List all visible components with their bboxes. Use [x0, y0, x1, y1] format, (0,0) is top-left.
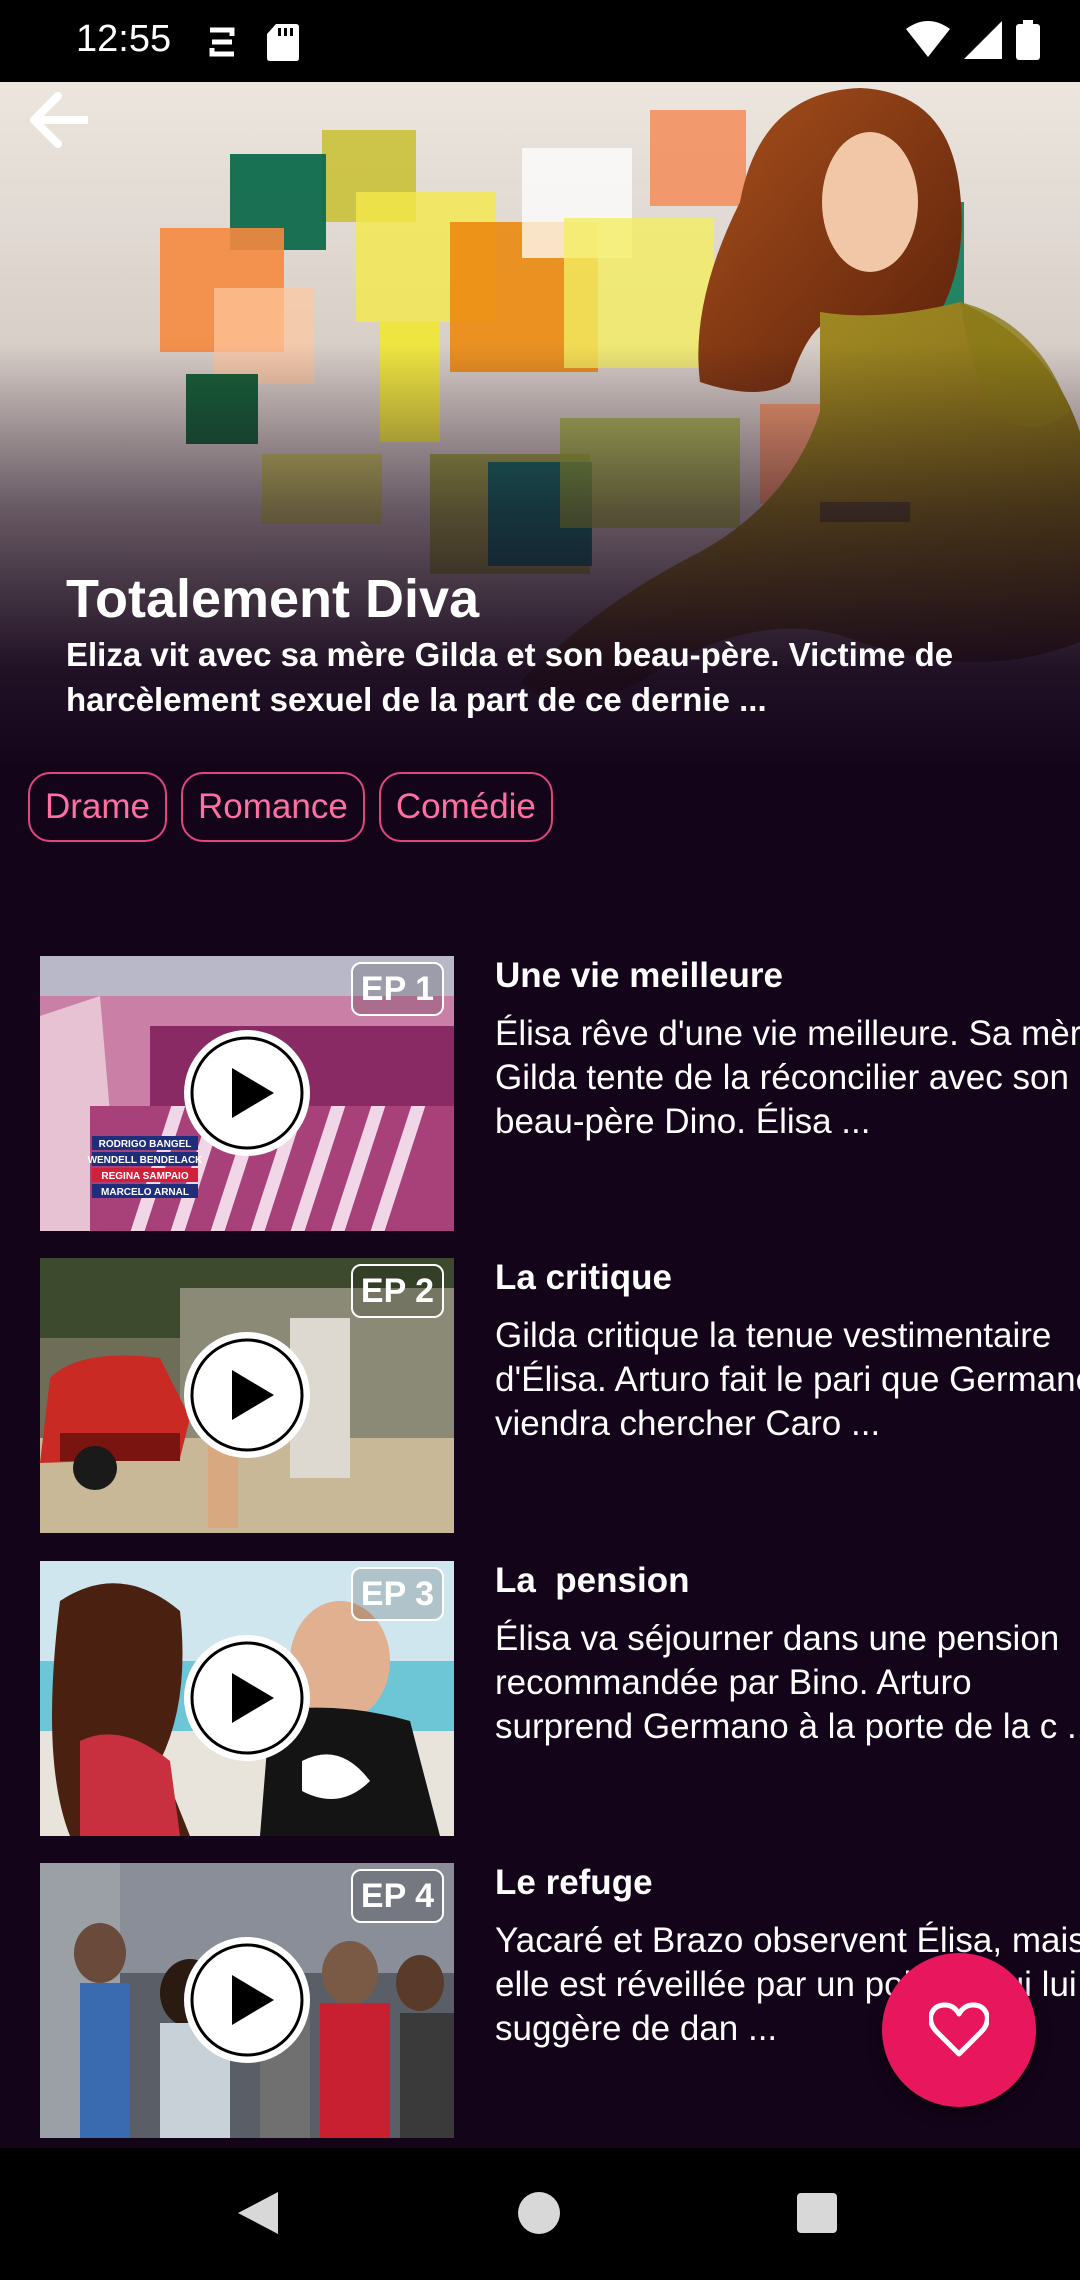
show-synopsis: Eliza vit avec sa mère Gilda et son beau…: [66, 636, 954, 718]
arrow-left-icon: [30, 92, 88, 148]
nav-home-icon[interactable]: [518, 2192, 560, 2234]
credit-name: RODRIGO BANGEL: [99, 1139, 192, 1150]
episode-thumbnail[interactable]: EP 2: [40, 1258, 454, 1533]
episode-item[interactable]: EP 3 La pension Élisa va séjourner dans …: [40, 1561, 1080, 1836]
genre-chip-romance[interactable]: Romance: [181, 772, 365, 842]
signal-icon: [964, 21, 1002, 59]
episode-title: Le refuge: [495, 1863, 653, 1902]
episode-description: Élisa va séjourner dans une pension reco…: [495, 1619, 1080, 1746]
episode-thumbnail[interactable]: EP 3: [40, 1561, 454, 1836]
nav-back-icon[interactable]: [236, 2190, 280, 2236]
episode-badge: EP 4: [350, 1869, 444, 1923]
wifi-icon: [906, 21, 950, 57]
back-button[interactable]: [20, 82, 96, 158]
play-icon[interactable]: [180, 1933, 314, 2067]
status-time: 12:55: [76, 18, 172, 60]
play-icon[interactable]: [180, 1328, 314, 1462]
episode-badge: EP 2: [350, 1264, 444, 1318]
nav-recents-icon[interactable]: [797, 2193, 837, 2233]
system-nav-bar: [0, 2148, 1080, 2280]
episode-thumbnail[interactable]: RODRIGO BANGEL WENDELL BENDELACK REGINA …: [40, 956, 454, 1231]
episode-badge: EP 1: [350, 962, 444, 1016]
heart-icon: [929, 2002, 989, 2057]
episode-description: Élisa rêve d'une vie meilleure. Sa mère …: [495, 1014, 1080, 1141]
episode-title: Une vie meilleure: [495, 956, 783, 995]
sync-icon: [209, 27, 235, 57]
episode-item[interactable]: RODRIGO BANGEL WENDELL BENDELACK REGINA …: [40, 956, 1080, 1231]
screen: 12:55 Totalement Diva Eliza vit avec sa …: [0, 0, 1080, 2280]
genre-list: Drame Romance Comédie: [28, 772, 553, 842]
genre-chip-comedie[interactable]: Comédie: [378, 772, 553, 842]
credit-name: MARCELO ARNAL: [101, 1187, 189, 1198]
episode-description: Gilda critique la tenue vestimentaire d'…: [495, 1316, 1080, 1443]
status-bar: 12:55: [0, 0, 1080, 82]
episode-title: La pension: [495, 1561, 690, 1600]
show-title: Totalement Diva: [66, 569, 480, 629]
episode-title: La critique: [495, 1258, 672, 1297]
episode-item[interactable]: EP 2 La critique Gilda critique la tenue…: [40, 1258, 1080, 1533]
credit-name: REGINA SAMPAIO: [101, 1171, 188, 1182]
play-icon[interactable]: [180, 1026, 314, 1160]
favorite-button[interactable]: [882, 1953, 1036, 2107]
status-right-icons: [906, 20, 1040, 60]
episode-badge: EP 3: [350, 1567, 444, 1621]
battery-icon: [1016, 20, 1040, 60]
episode-thumbnail[interactable]: EP 4: [40, 1863, 454, 2138]
sd-card-icon: [267, 24, 299, 61]
genre-chip-drame[interactable]: Drame: [28, 772, 168, 842]
play-icon[interactable]: [180, 1631, 314, 1765]
